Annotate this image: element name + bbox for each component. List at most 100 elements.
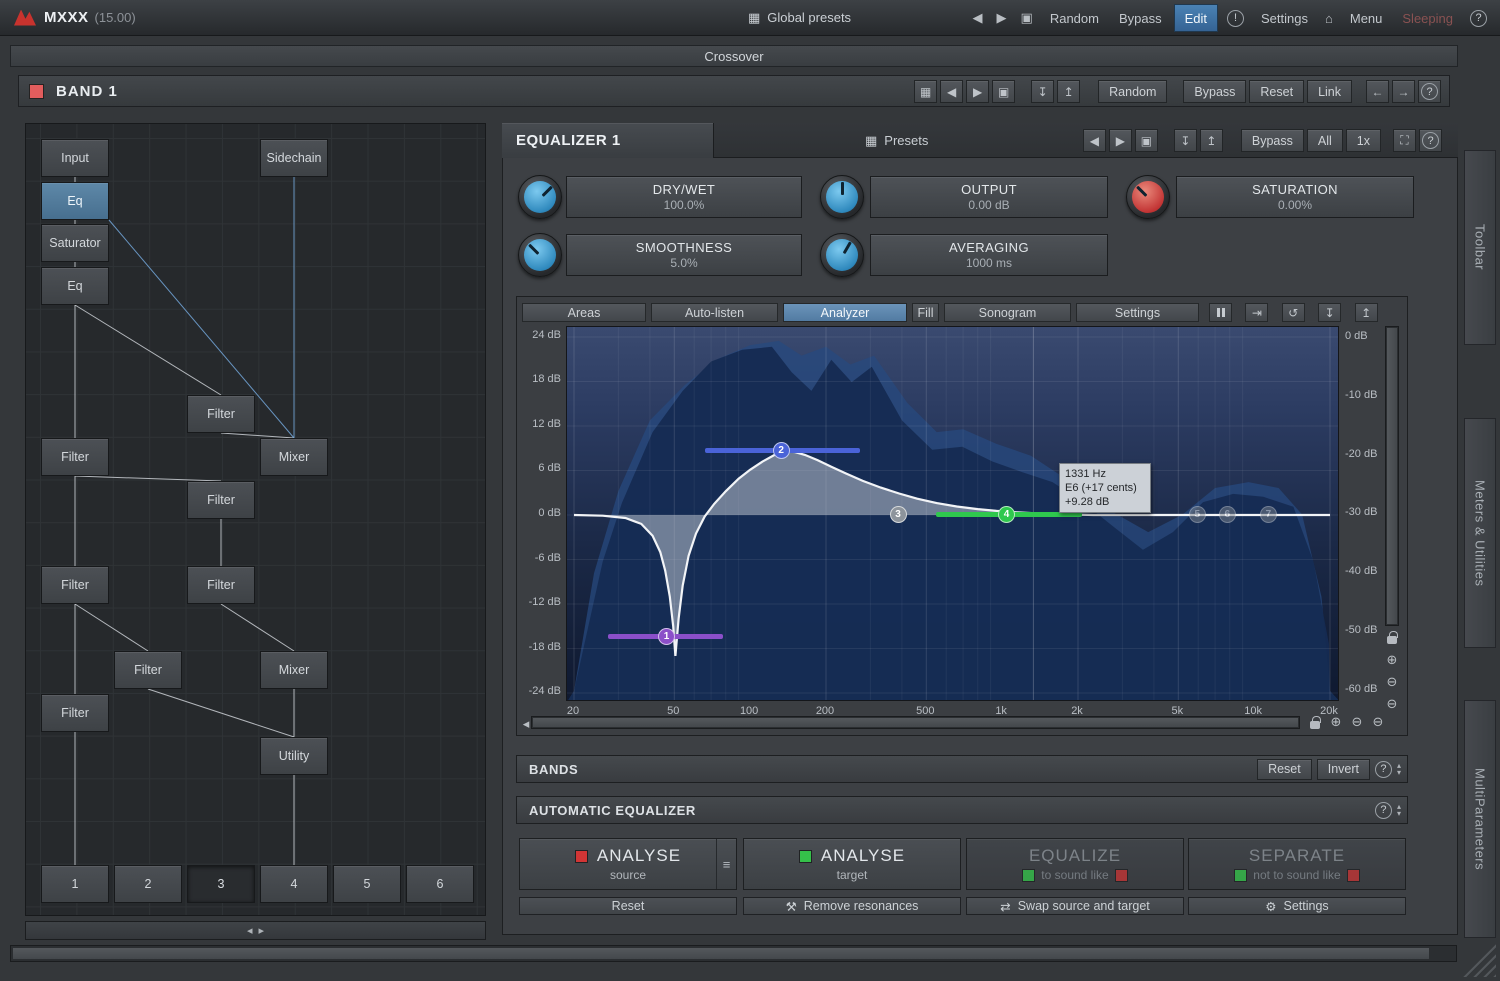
separate-not-to-sound-like-button[interactable]: SEPARATEnot to sound like [1188, 838, 1406, 890]
expand-icon[interactable]: ⛶ [1393, 129, 1416, 152]
preset-export-button[interactable]: ↥ [1355, 303, 1378, 322]
bypass-button[interactable]: Bypass [1109, 0, 1172, 36]
remove-resonances-button[interactable]: ⚒Remove resonances [743, 897, 961, 915]
module-filter-10[interactable]: Filter [187, 566, 255, 604]
zoom-out-icon[interactable]: ⊖ [1348, 713, 1366, 731]
menu-button[interactable]: Menu [1340, 0, 1393, 36]
equalize-to-sound-like-button[interactable]: EQUALIZEto sound like [966, 838, 1184, 890]
dry-wet-knob[interactable] [518, 175, 562, 219]
saturation-display[interactable]: SATURATION0.00% [1176, 176, 1414, 218]
eq-band-handle-7[interactable]: 7 [1260, 506, 1277, 523]
graph-vscrollbar[interactable] [1385, 326, 1399, 626]
module-filter-9[interactable]: Filter [41, 566, 109, 604]
prev-preset-button[interactable]: ◀ [1083, 129, 1106, 152]
edit-button[interactable]: Edit [1174, 4, 1218, 32]
slot-5[interactable]: 5 [333, 865, 401, 903]
swap-source-and-target-button[interactable]: ⇄Swap source and target [966, 897, 1184, 915]
help-icon[interactable]: ? [1419, 129, 1442, 152]
slot-1[interactable]: 1 [41, 865, 109, 903]
reset-button[interactable]: Reset [519, 897, 737, 915]
save-preset-button[interactable]: ▣ [1014, 0, 1040, 36]
analyse-target-button[interactable]: ANALYSEtarget [743, 838, 961, 890]
resize-grip[interactable] [1462, 943, 1496, 977]
module-eq-2[interactable]: Eq [41, 182, 109, 220]
crossover-tab[interactable]: Crossover [10, 45, 1458, 67]
module-eq-4[interactable]: Eq [41, 267, 109, 305]
eq-band-handle-6[interactable]: 6 [1219, 506, 1236, 523]
eq-band-handle-4[interactable]: 4 [998, 506, 1015, 523]
bands-reset-button[interactable]: Reset [1257, 759, 1312, 780]
routing-hscrollbar[interactable]: ◂ ▸ [25, 921, 486, 940]
help-icon[interactable]: ? [1418, 80, 1441, 103]
zoom-in-icon[interactable]: ⊕ [1383, 651, 1401, 669]
band-link-button[interactable]: Link [1307, 80, 1352, 103]
export-icon[interactable]: ↥ [1200, 129, 1223, 152]
module-filter-8[interactable]: Filter [187, 481, 255, 519]
zoom-reset-icon[interactable]: ⊖ [1383, 695, 1401, 713]
scroll-left-icon[interactable]: ◂ [517, 715, 535, 733]
smoothness-display[interactable]: SMOOTHNESS5.0% [566, 234, 802, 276]
preset-import-button[interactable]: ↧ [1318, 303, 1341, 322]
module-filter-11[interactable]: Filter [114, 651, 182, 689]
main-hscrollbar[interactable] [10, 945, 1457, 962]
help-icon[interactable]: ? [1375, 802, 1392, 819]
module-mixer-7[interactable]: Mixer [260, 438, 328, 476]
output-display[interactable]: OUTPUT0.00 dB [870, 176, 1108, 218]
next-preset-button[interactable]: ▶ [990, 0, 1014, 36]
global-presets-button[interactable]: ▦ Global presets [748, 10, 851, 26]
averaging-display[interactable]: AVERAGING1000 ms [870, 234, 1108, 276]
slot-6[interactable]: 6 [406, 865, 474, 903]
prev-preset-button[interactable]: ◀ [940, 80, 963, 103]
save-preset-button[interactable]: ▣ [992, 80, 1015, 103]
sleeping-indicator[interactable]: Sleeping [1392, 0, 1463, 36]
zoom-reset-icon[interactable]: ⊖ [1369, 713, 1387, 731]
import-icon[interactable]: ↧ [1031, 80, 1054, 103]
graph-tab-analyzer[interactable]: Analyzer [783, 303, 907, 322]
module-sidechain-1[interactable]: Sidechain [260, 139, 328, 177]
help-icon[interactable]: ? [1463, 0, 1494, 36]
equalizer-tab[interactable]: EQUALIZER 1 [502, 123, 714, 158]
graph-tab-sonogram[interactable]: Sonogram [944, 303, 1071, 322]
graph-tab-auto-listen[interactable]: Auto-listen [651, 303, 778, 322]
scroll-left-icon[interactable]: ◂ [247, 924, 253, 937]
next-preset-button[interactable]: ▶ [1109, 129, 1132, 152]
graph-tab-settings[interactable]: Settings [1076, 303, 1199, 322]
presets-button[interactable]: ▦ Presets [857, 129, 936, 152]
band-bypass-button[interactable]: Bypass [1183, 80, 1246, 103]
slot-2[interactable]: 2 [114, 865, 182, 903]
slot-3[interactable]: 3 [187, 865, 255, 903]
saturation-knob[interactable] [1126, 175, 1170, 219]
button-menu-handle[interactable]: ≡ [716, 839, 736, 889]
grid-icon[interactable]: ▦ [914, 80, 937, 103]
save-preset-button[interactable]: ▣ [1135, 129, 1158, 152]
module-filter-5[interactable]: Filter [187, 395, 255, 433]
eq-band-handle-5[interactable]: 5 [1189, 506, 1206, 523]
averaging-knob[interactable] [820, 233, 864, 277]
dry-wet-display[interactable]: DRY/WET100.0% [566, 176, 802, 218]
settings-button[interactable]: Settings [1251, 0, 1318, 36]
eq-oversampling-button[interactable]: 1x [1346, 129, 1381, 152]
eq-band-handle-3[interactable]: 3 [890, 506, 907, 523]
arrow-left-icon[interactable]: ← [1366, 80, 1389, 103]
eq-band-handle-2[interactable]: 2 [773, 442, 790, 459]
pause-button[interactable] [1209, 303, 1232, 322]
module-utility-14[interactable]: Utility [260, 737, 328, 775]
step-forward-button[interactable]: ⇥ [1245, 303, 1268, 322]
slot-4[interactable]: 4 [260, 865, 328, 903]
eq-all-button[interactable]: All [1307, 129, 1343, 152]
random-button[interactable]: Random [1040, 0, 1109, 36]
graph-tab-areas[interactable]: Areas [522, 303, 646, 322]
side-tab-multiparameters[interactable]: MultiParameters [1464, 700, 1496, 938]
settings-button[interactable]: ⚙Settings [1188, 897, 1406, 915]
module-mixer-12[interactable]: Mixer [260, 651, 328, 689]
band-reset-button[interactable]: Reset [1249, 80, 1304, 103]
side-tab-toolbar[interactable]: Toolbar [1464, 150, 1496, 345]
bands-invert-button[interactable]: Invert [1317, 759, 1370, 780]
band-random-button[interactable]: Random [1098, 80, 1167, 103]
prev-preset-button[interactable]: ◀ [966, 0, 990, 36]
import-icon[interactable]: ↧ [1174, 129, 1197, 152]
smoothness-knob[interactable] [518, 233, 562, 277]
undo-button[interactable]: ↺ [1282, 303, 1305, 322]
band-color-swatch[interactable] [29, 84, 44, 99]
analyse-source-button[interactable]: ANALYSEsource≡ [519, 838, 737, 890]
